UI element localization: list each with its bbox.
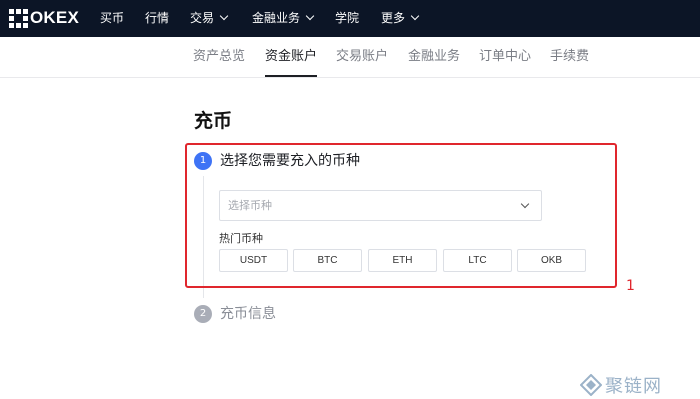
nav-item-buy-coin[interactable]: 买币	[100, 10, 124, 26]
tab-funding-account[interactable]: 资金账户	[265, 48, 317, 66]
nav-item-label: 买币	[100, 11, 125, 25]
watermark: 聚链网	[579, 372, 662, 398]
chevron-down-icon	[219, 11, 229, 21]
okex-logo-icon	[9, 8, 28, 28]
top-nav-bar: OKEX 买币 行情 交易 金融业务 学院 更多	[0, 0, 700, 37]
nav-item-market[interactable]: 行情	[145, 10, 169, 26]
annotation-number: 1	[626, 278, 635, 294]
annotation-highlight-box	[185, 143, 617, 288]
logo-text: OKEX	[30, 8, 79, 27]
chevron-down-icon	[410, 11, 420, 21]
active-tab-indicator	[265, 75, 317, 77]
tab-trading-account[interactable]: 交易账户	[336, 48, 388, 66]
tab-finance[interactable]: 金融业务	[408, 48, 460, 66]
nav-item-label: 学院	[335, 11, 360, 25]
nav-item-academy[interactable]: 学院	[335, 10, 359, 26]
nav-item-more[interactable]: 更多	[381, 10, 420, 26]
account-sub-nav: 资产总览 资金账户 交易账户 金融业务 订单中心 手续费	[0, 37, 700, 78]
watermark-logo-icon	[579, 373, 603, 397]
page-title: 充币	[194, 110, 233, 132]
nav-item-trade[interactable]: 交易	[190, 10, 229, 26]
step-2-label: 充币信息	[220, 306, 276, 322]
step-2-badge: 2	[194, 305, 212, 323]
tab-order-center[interactable]: 订单中心	[479, 48, 531, 66]
nav-item-label: 行情	[145, 11, 170, 25]
tab-asset-overview[interactable]: 资产总览	[193, 48, 245, 66]
nav-item-label: 更多	[381, 11, 406, 25]
nav-item-label: 金融业务	[252, 11, 301, 25]
tab-fees[interactable]: 手续费	[550, 48, 589, 66]
chevron-down-icon	[305, 11, 315, 21]
okex-logo[interactable]: OKEX	[9, 8, 79, 28]
nav-item-finance[interactable]: 金融业务	[252, 10, 315, 26]
nav-item-label: 交易	[190, 11, 215, 25]
watermark-text: 聚链网	[605, 376, 662, 397]
